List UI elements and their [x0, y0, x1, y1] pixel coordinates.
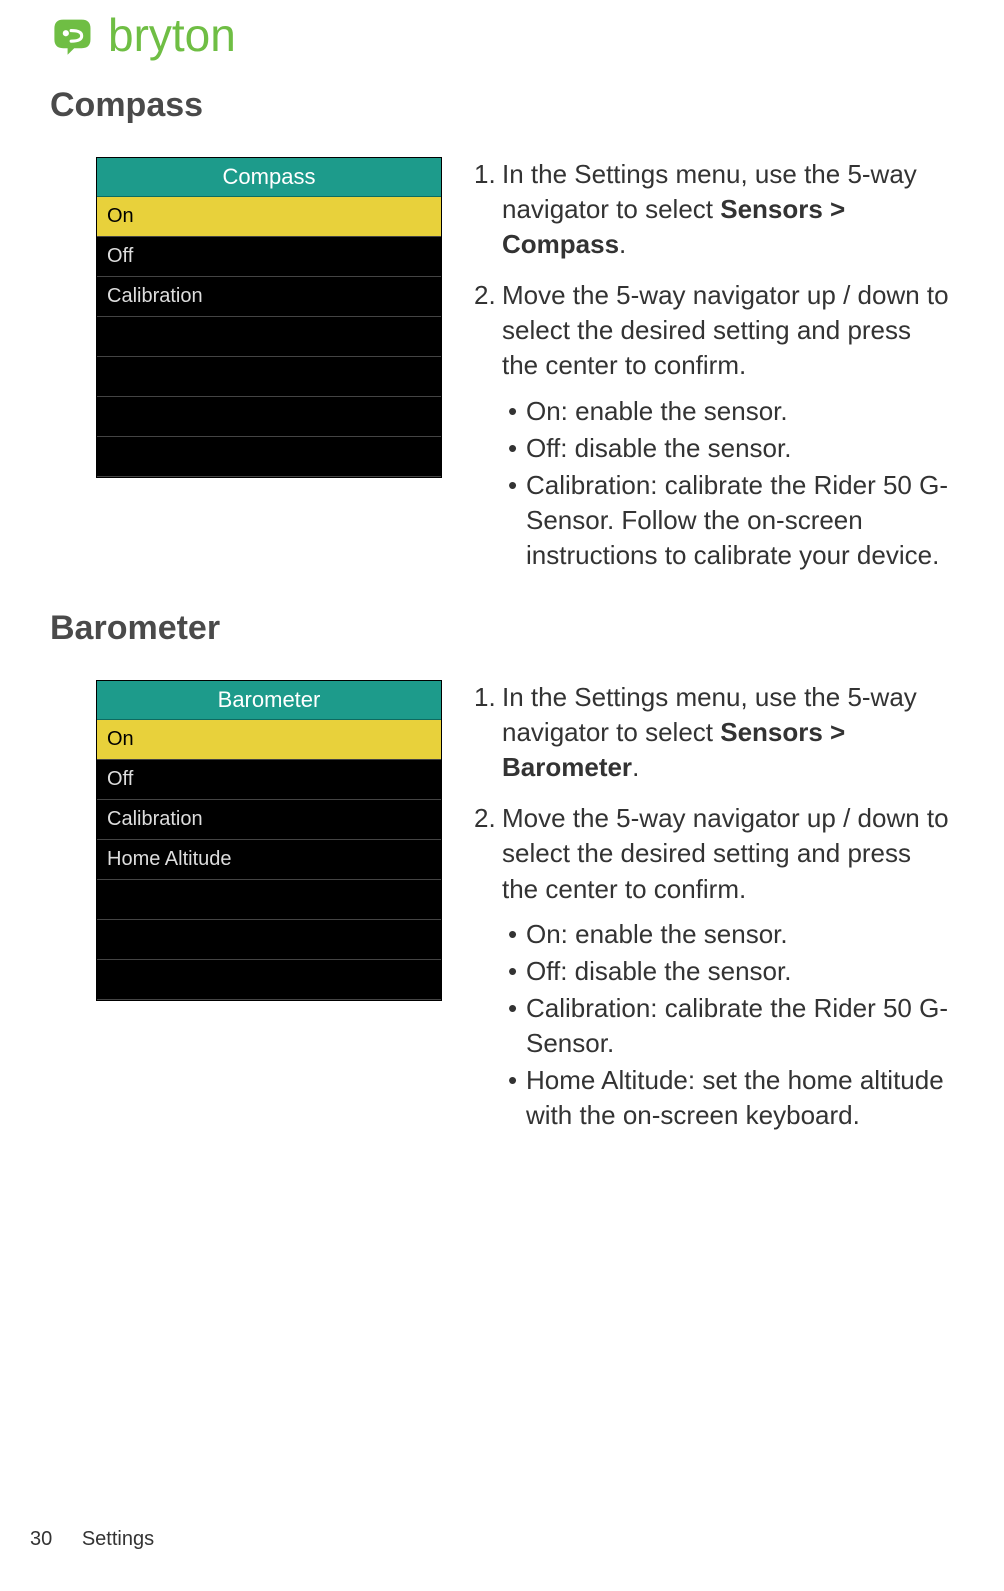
brand-mark-icon	[50, 13, 94, 57]
step-number: 1.	[474, 680, 502, 785]
footer-label: Settings	[82, 1528, 154, 1550]
page-number: 30	[30, 1528, 52, 1550]
list-item[interactable]: Off	[97, 760, 441, 800]
step-text: Move the 5-way navigator up / down to se…	[502, 278, 954, 575]
list-item[interactable]: Calibration	[97, 800, 441, 840]
list-item-empty	[97, 437, 441, 477]
step-text-part: In the Settings menu, use the 5-way navi…	[502, 682, 917, 747]
step-number: 2.	[474, 801, 502, 1135]
step-text: In the Settings menu, use the 5-way navi…	[502, 157, 954, 262]
step-number: 2.	[474, 278, 502, 575]
page-footer: 30 Settings	[30, 1528, 154, 1551]
barometer-row: Barometer On Off Calibration Home Altitu…	[96, 680, 954, 1151]
bullet-text: On: enable the sensor.	[526, 917, 954, 952]
compass-heading: Compass	[50, 86, 954, 125]
list-item[interactable]: Off	[97, 237, 441, 277]
step-text-part: .	[632, 752, 639, 782]
list-item[interactable]: Calibration	[97, 277, 441, 317]
list-item-empty	[97, 397, 441, 437]
compass-instructions: 1. In the Settings menu, use the 5-way n…	[474, 157, 954, 591]
compass-screen-header: Compass	[97, 158, 441, 197]
list-item[interactable]: On	[97, 197, 441, 237]
bullet-icon: •	[508, 991, 526, 1061]
bullet-text: Off: disable the sensor.	[526, 954, 954, 989]
bullet-icon: •	[508, 468, 526, 573]
barometer-heading: Barometer	[50, 609, 954, 648]
bullet-icon: •	[508, 1063, 526, 1133]
list-item-empty	[97, 317, 441, 357]
bullet-icon: •	[508, 917, 526, 952]
list-item[interactable]: On	[97, 720, 441, 760]
bullet-text: Calibration: calibrate the Rider 50 G-Se…	[526, 468, 954, 573]
bullet-text: Home Altitude: set the home altitude wit…	[526, 1063, 954, 1133]
barometer-screen-header: Barometer	[97, 681, 441, 720]
step-text: Move the 5-way navigator up / down to se…	[502, 801, 954, 1135]
barometer-instructions: 1. In the Settings menu, use the 5-way n…	[474, 680, 954, 1151]
list-item-empty	[97, 960, 441, 1000]
bullet-icon: •	[508, 954, 526, 989]
step-text-part: .	[619, 229, 626, 259]
list-item-empty	[97, 920, 441, 960]
brand-text: bryton	[108, 8, 236, 62]
barometer-device-screen: Barometer On Off Calibration Home Altitu…	[96, 680, 442, 1001]
brand-logo: bryton	[50, 8, 954, 62]
bullet-text: Off: disable the sensor.	[526, 431, 954, 466]
step-text-part: Move the 5-way navigator up / down to se…	[502, 280, 949, 380]
bullet-text: Calibration: calibrate the Rider 50 G-Se…	[526, 991, 954, 1061]
list-item-empty	[97, 880, 441, 920]
bullet-text: On: enable the sensor.	[526, 394, 954, 429]
compass-row: Compass On Off Calibration 1. In the Set…	[96, 157, 954, 591]
compass-device-screen: Compass On Off Calibration	[96, 157, 442, 478]
step-text-part: Move the 5-way navigator up / down to se…	[502, 803, 949, 903]
step-text: In the Settings menu, use the 5-way navi…	[502, 680, 954, 785]
step-number: 1.	[474, 157, 502, 262]
list-item-empty	[97, 357, 441, 397]
list-item[interactable]: Home Altitude	[97, 840, 441, 880]
step-text-part: In the Settings menu, use the 5-way navi…	[502, 159, 917, 224]
bullet-icon: •	[508, 394, 526, 429]
bullet-icon: •	[508, 431, 526, 466]
